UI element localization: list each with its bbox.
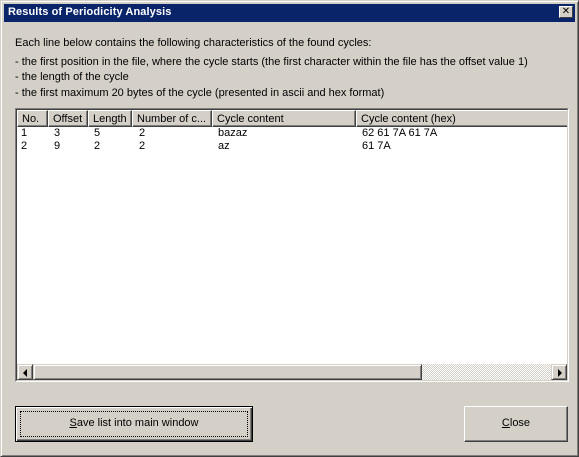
close-icon[interactable]: ✕ [559,6,573,18]
title-bar[interactable]: Results of Periodicity Analysis ✕ [4,4,575,22]
scroll-right-button[interactable] [551,364,567,380]
cell-offset: 9 [54,140,61,152]
description-item: - the length of the cycle [15,71,129,83]
table-row[interactable]: 2 9 2 2 az 61 7A [17,140,567,153]
close-mnemonic: C [501,417,510,429]
column-header-cycle-content-hex[interactable]: Cycle content (hex) [356,110,567,127]
cell-offset: 3 [54,127,61,139]
cell-length: 2 [94,140,101,152]
cell-number-of-cycles: 2 [139,140,146,152]
cell-cycle-content: az [218,140,230,152]
window-title: Results of Periodicity Analysis [8,6,172,18]
save-label: ave list into main window [76,417,199,429]
column-header-no[interactable]: No. [17,110,48,127]
arrow-left-icon [23,369,27,377]
column-header-number-of-cycles[interactable]: Number of c... [132,110,212,127]
cell-no: 2 [21,140,28,152]
column-header-length[interactable]: Length [88,110,132,127]
column-header-offset[interactable]: Offset [48,110,88,127]
cell-no: 1 [21,127,28,139]
dialog-window: Results of Periodicity Analysis ✕ Each l… [0,0,579,457]
table-row[interactable]: 1 3 5 2 bazaz 62 61 7A 61 7A [17,127,567,140]
cell-length: 5 [94,127,101,139]
cell-cycle-content-hex: 61 7A [362,140,391,152]
scroll-left-button[interactable] [17,364,33,380]
cycles-list[interactable]: No. Offset Length Number of c... Cycle c… [15,108,569,382]
scrollbar-thumb[interactable] [33,364,422,380]
close-label: lose [509,417,531,429]
horizontal-scrollbar[interactable] [17,364,567,380]
list-header: No. Offset Length Number of c... Cycle c… [17,110,567,127]
save-mnemonic: S [69,417,77,429]
save-list-button[interactable]: Save list into main window [15,406,253,442]
cell-cycle-content-hex: 62 61 7A 61 7A [362,127,438,139]
description-intro: Each line below contains the following c… [15,37,372,49]
description-item: - the first position in the file, where … [15,56,528,68]
column-header-cycle-content[interactable]: Cycle content [212,110,356,127]
description-item: - the first maximum 20 bytes of the cycl… [15,87,385,99]
arrow-right-icon [558,369,562,377]
close-button[interactable]: Close [464,406,568,442]
cell-cycle-content: bazaz [218,127,248,139]
cell-number-of-cycles: 2 [139,127,146,139]
